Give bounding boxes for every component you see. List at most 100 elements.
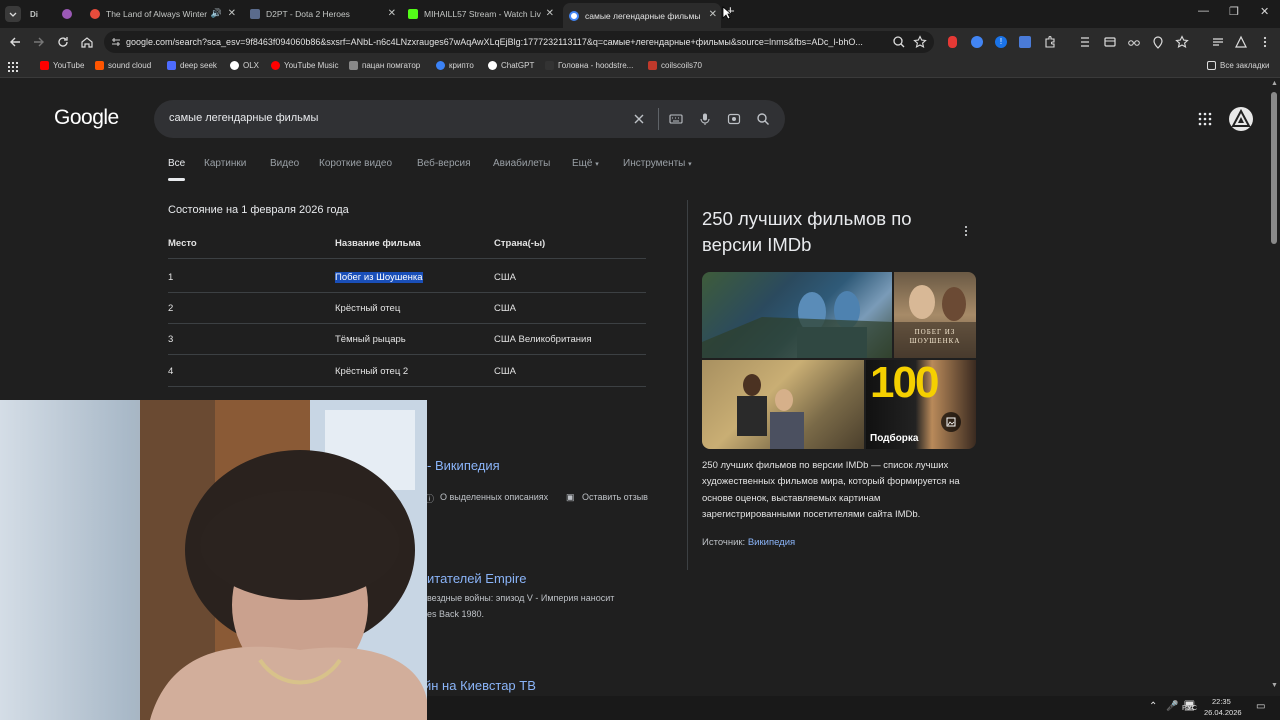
- bookmark-deepseek[interactable]: deep seek: [167, 61, 217, 70]
- profile-avatar-icon[interactable]: [1234, 35, 1248, 49]
- extension-blue-circle-icon[interactable]: [971, 36, 983, 48]
- glasses-icon[interactable]: [1127, 35, 1141, 49]
- knowledge-panel-images[interactable]: ПОБЕГ ИЗ ШОУШЕНКА 100 Подборка: [702, 272, 976, 449]
- avatar-still-image[interactable]: [702, 272, 892, 358]
- wallet-icon[interactable]: [1103, 35, 1117, 49]
- tab-more[interactable]: Ещё ▾: [572, 158, 599, 169]
- clear-icon[interactable]: [632, 112, 646, 126]
- home-icon[interactable]: [80, 35, 94, 49]
- google-logo[interactable]: Google: [54, 106, 119, 130]
- top-100-collection-image[interactable]: 100 Подборка: [866, 358, 976, 449]
- close-icon[interactable]: ✕: [228, 8, 236, 19]
- tray-chevron-icon[interactable]: ⌃: [1149, 701, 1157, 712]
- reading-list-icon[interactable]: [1211, 35, 1225, 49]
- star-bookmark-icon[interactable]: [913, 35, 927, 49]
- forward-arrow-icon[interactable]: [32, 35, 46, 49]
- page-scrollbar[interactable]: ▲ ▼: [1268, 78, 1280, 696]
- minimize-button[interactable]: —: [1198, 5, 1209, 17]
- close-window-button[interactable]: ✕: [1260, 5, 1269, 18]
- close-icon[interactable]: ✕: [709, 9, 717, 20]
- tab-short-video[interactable]: Короткие видео: [319, 158, 392, 169]
- account-avatar[interactable]: [1229, 107, 1253, 131]
- extensions-puzzle-icon[interactable]: [1043, 35, 1057, 49]
- about-snippets-link[interactable]: О выделенных описаниях: [440, 492, 548, 502]
- menu-dots-icon[interactable]: [1258, 35, 1272, 49]
- header-country: Страна(-ы): [494, 238, 546, 249]
- tab-google-search[interactable]: самые легендарные фильмы ✕: [563, 3, 721, 28]
- maximize-button[interactable]: ❐: [1229, 5, 1239, 18]
- bookmark-olx[interactable]: OLX: [230, 61, 259, 70]
- scrollbar-thumb[interactable]: [1271, 92, 1277, 244]
- scroll-down-icon[interactable]: ▼: [1271, 682, 1278, 689]
- back-arrow-icon[interactable]: [8, 35, 22, 49]
- scroll-up-icon[interactable]: ▲: [1271, 80, 1278, 87]
- tab-d2pt[interactable]: D2PT - Dota 2 Heroes ✕: [250, 3, 400, 25]
- bookmark-patsan[interactable]: пацан помгатор: [349, 61, 420, 70]
- extension-red-icon[interactable]: [948, 36, 957, 48]
- tab-web[interactable]: Веб-версия: [417, 158, 471, 169]
- google-apps-icon[interactable]: [1198, 112, 1212, 126]
- more-options-icon[interactable]: [962, 225, 970, 237]
- intouchables-still-image[interactable]: [702, 360, 864, 449]
- clock-date[interactable]: 26.04.2026: [1204, 708, 1242, 717]
- shawshank-poster-image[interactable]: ПОБЕГ ИЗ ШОУШЕНКА: [894, 272, 976, 358]
- all-bookmarks-folder[interactable]: Все закладки: [1207, 61, 1269, 70]
- bookmark-youtube-music[interactable]: YouTube Music: [271, 61, 339, 70]
- tab-search-button[interactable]: [5, 6, 21, 22]
- close-icon[interactable]: ✕: [388, 8, 396, 19]
- notifications-icon[interactable]: ▭: [1256, 701, 1265, 712]
- microphone-icon[interactable]: [698, 112, 712, 126]
- tab-pinned-1[interactable]: Di: [30, 3, 58, 25]
- bookmark-crypto[interactable]: крипто: [436, 61, 474, 70]
- favorites-star-icon[interactable]: [1175, 35, 1189, 49]
- search-input[interactable]: самые легендарные фильмы: [169, 112, 318, 124]
- tab-flights[interactable]: Авиабилеты: [493, 158, 550, 169]
- bookmark-chatgpt[interactable]: ChatGPT: [488, 61, 534, 70]
- extension-translate-icon[interactable]: [1019, 36, 1031, 48]
- kyivstar-result-link[interactable]: йн на Киевстар ТВ: [424, 678, 536, 693]
- feedback-icon[interactable]: ▣: [566, 492, 575, 503]
- search-tabs: Все Картинки Видео Короткие видео Веб-ве…: [0, 158, 800, 182]
- keyboard-language[interactable]: РУС: [1182, 703, 1197, 712]
- extension-info-icon[interactable]: !: [995, 36, 1007, 48]
- address-bar[interactable]: google.com/search?sca_esv=9f8463f094060b…: [104, 31, 934, 53]
- tab-land-of-always-winter[interactable]: The Land of Always Winter 🔊 ✕: [90, 3, 240, 25]
- feedback-link[interactable]: Оставить отзыв: [582, 492, 648, 502]
- lens-camera-icon[interactable]: [727, 112, 741, 126]
- search-box[interactable]: самые легендарные фильмы: [154, 100, 785, 138]
- tab-pinned-2[interactable]: [62, 3, 82, 25]
- bookmark-label: пацан помгатор: [362, 61, 421, 70]
- tab-images[interactable]: Картинки: [204, 158, 246, 169]
- cell-title-selected[interactable]: Побег из Шоушенка: [335, 272, 423, 283]
- keyboard-icon[interactable]: [669, 112, 683, 126]
- close-icon[interactable]: ✕: [546, 8, 554, 19]
- reload-icon[interactable]: [56, 35, 70, 49]
- speaker-icon: 🔊: [210, 8, 222, 18]
- image-gallery-icon[interactable]: [941, 412, 961, 432]
- apps-grid-icon[interactable]: [8, 62, 18, 72]
- tab-video[interactable]: Видео: [270, 158, 299, 169]
- tab-tools[interactable]: Инструменты ▾: [623, 158, 692, 169]
- site-info-icon[interactable]: [110, 36, 122, 48]
- wikipedia-result-link[interactable]: - Википедия: [427, 458, 500, 473]
- tab-all[interactable]: Все: [168, 158, 186, 181]
- bookmark-coilscoils[interactable]: coilscoils70: [648, 61, 702, 70]
- location-pin-icon[interactable]: [1151, 35, 1165, 49]
- site-icon: [648, 61, 657, 70]
- cell-country: США: [494, 303, 516, 314]
- d2pt-icon: [250, 9, 260, 19]
- cell-place: 3: [168, 334, 174, 345]
- speaker-tray-icon[interactable]: 🎤: [1166, 701, 1178, 712]
- clock-time[interactable]: 22:35: [1212, 697, 1231, 706]
- empire-result-link[interactable]: итателей Empire: [427, 571, 527, 586]
- source-link[interactable]: Википедия: [748, 537, 795, 548]
- zoom-icon[interactable]: [892, 35, 906, 49]
- tab-search-icon[interactable]: [1078, 35, 1092, 49]
- soundcloud-icon: [95, 61, 104, 70]
- tab-mihaill57-stream[interactable]: MIHAILL57 Stream - Watch Liv ✕: [408, 3, 558, 25]
- cell-place: 1: [168, 272, 174, 283]
- bookmark-hoodstreet[interactable]: Головна - hoodstre...: [545, 61, 633, 70]
- bookmark-soundcloud[interactable]: sound cloud: [95, 61, 151, 70]
- search-icon[interactable]: [756, 112, 770, 126]
- bookmark-youtube[interactable]: YouTube: [40, 61, 84, 70]
